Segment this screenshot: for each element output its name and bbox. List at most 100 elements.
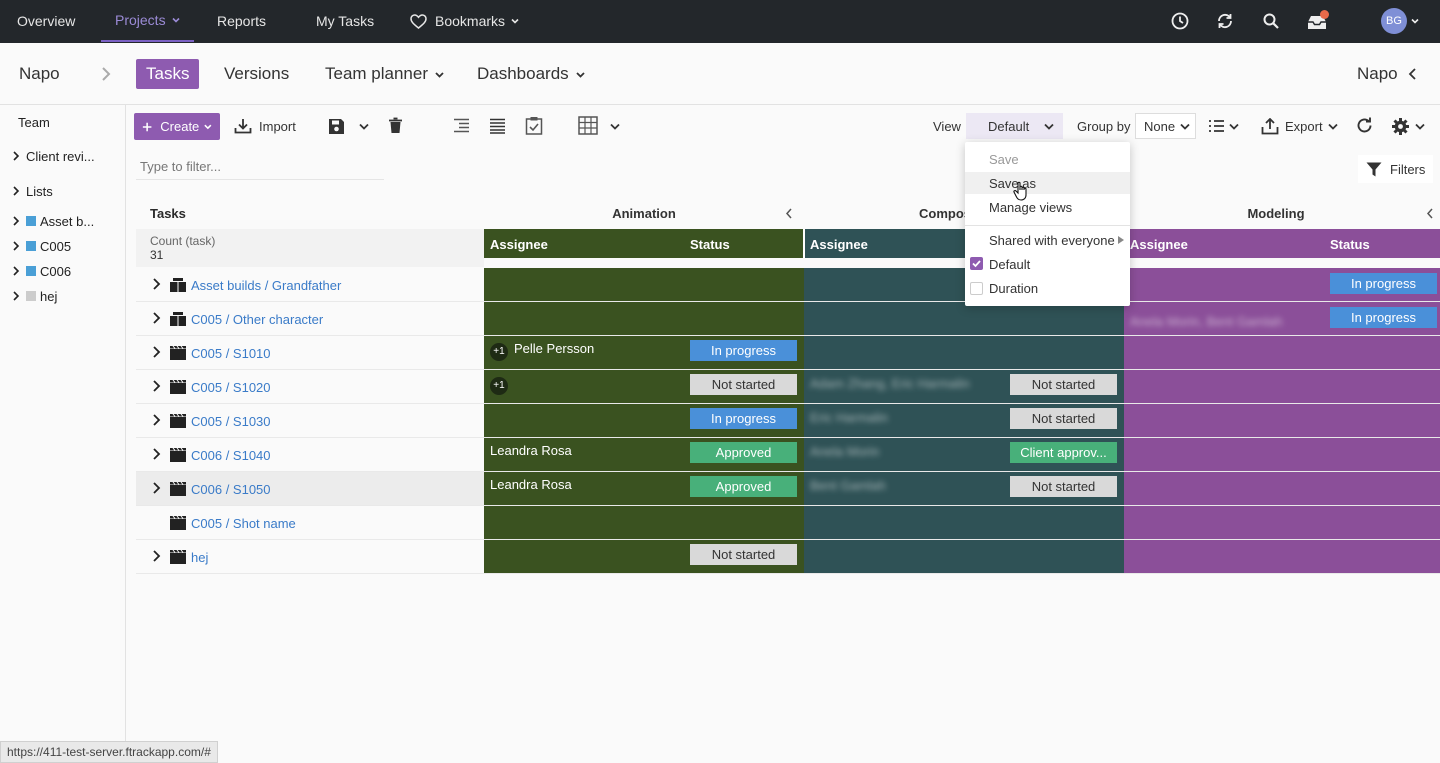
indent-icon[interactable] bbox=[453, 118, 470, 134]
col-anim-status[interactable]: Status bbox=[690, 237, 730, 252]
sidebar-item-lists[interactable]: Lists bbox=[12, 181, 53, 201]
assignee-text[interactable]: Anela Morin, Bent Gamlah bbox=[1130, 314, 1282, 329]
checkbox-checked-icon[interactable] bbox=[970, 257, 983, 270]
sync-icon[interactable] bbox=[1215, 11, 1235, 31]
table-row[interactable]: C006 / S1050 Leandra Rosa Approved Bent … bbox=[136, 472, 1440, 506]
expand-icon[interactable] bbox=[152, 550, 162, 562]
clipboard-check-icon[interactable] bbox=[525, 116, 543, 135]
refresh-icon[interactable] bbox=[1356, 117, 1373, 134]
filter-input[interactable]: Type to filter... bbox=[136, 152, 384, 180]
assignee-text[interactable]: Anela Morin bbox=[810, 444, 879, 459]
expand-icon[interactable] bbox=[152, 278, 162, 290]
status-badge[interactable]: Not started bbox=[1010, 408, 1117, 429]
sidebar-item-c005[interactable]: C005 bbox=[12, 236, 71, 256]
assignee-text[interactable]: Leandra Rosa bbox=[490, 443, 572, 458]
table-row[interactable]: C005 / Shot name bbox=[136, 506, 1440, 540]
task-name-link[interactable]: hej bbox=[191, 550, 208, 565]
sidebar-item-team[interactable]: Team bbox=[18, 112, 50, 132]
menu-item-save[interactable]: Save bbox=[989, 152, 1019, 167]
table-icon[interactable] bbox=[578, 116, 598, 135]
status-badge[interactable]: Approved bbox=[690, 442, 797, 463]
sidebar-project-toggle[interactable]: Napo bbox=[1357, 59, 1417, 89]
expand-icon[interactable] bbox=[152, 448, 162, 460]
chevron-down-icon[interactable] bbox=[1411, 17, 1419, 25]
inbox-button[interactable] bbox=[1306, 10, 1332, 32]
col-model-assignee[interactable]: Assignee bbox=[1130, 237, 1188, 252]
export-button[interactable]: Export bbox=[1261, 113, 1338, 139]
task-name-link[interactable]: C005 / Other character bbox=[191, 312, 323, 327]
status-badge[interactable]: Not started bbox=[1010, 374, 1117, 395]
task-name-link[interactable]: C005 / Shot name bbox=[191, 516, 296, 531]
status-badge[interactable]: In progress bbox=[1330, 273, 1437, 294]
status-badge[interactable]: Not started bbox=[1010, 476, 1117, 497]
assignee-text[interactable]: Adam Zhang, Eric Harmalin bbox=[810, 376, 970, 391]
status-badge[interactable]: In progress bbox=[690, 340, 797, 361]
task-name-link[interactable]: C005 / S1020 bbox=[191, 380, 271, 395]
table-row[interactable]: C005 / S1020 +1 Not started Adam Zhang, … bbox=[136, 370, 1440, 404]
task-name-link[interactable]: C005 / S1010 bbox=[191, 346, 271, 361]
group-modeling-header[interactable]: Modeling bbox=[1124, 206, 1428, 221]
nav-bookmarks[interactable]: Bookmarks bbox=[410, 0, 519, 42]
task-name-link[interactable]: C005 / S1030 bbox=[191, 414, 271, 429]
settings-button[interactable] bbox=[1391, 113, 1425, 139]
col-model-status[interactable]: Status bbox=[1330, 237, 1370, 252]
status-badge[interactable]: Client approv... bbox=[1010, 442, 1117, 463]
table-row[interactable]: hej Not started bbox=[136, 540, 1440, 574]
task-cell[interactable]: C005 / Other character bbox=[136, 302, 484, 335]
task-name-link[interactable]: C006 / S1050 bbox=[191, 482, 271, 497]
save-icon[interactable] bbox=[328, 118, 345, 135]
task-cell[interactable]: C006 / S1040 bbox=[136, 438, 484, 471]
menu-item-shared[interactable]: Shared with everyone bbox=[989, 233, 1115, 248]
sidebar-item-asset-builds[interactable]: Asset b... bbox=[12, 211, 94, 231]
table-row[interactable]: C006 / S1040 Leandra Rosa Approved Anela… bbox=[136, 438, 1440, 472]
nav-projects[interactable]: Projects bbox=[101, 0, 194, 42]
table-row[interactable]: C005 / Other character Anela Morin, Bent… bbox=[136, 302, 1440, 336]
tab-dashboards[interactable]: Dashboards bbox=[477, 59, 585, 89]
group-by-select[interactable]: None bbox=[1135, 113, 1196, 139]
task-cell[interactable]: C005 / S1030 bbox=[136, 404, 484, 437]
chevron-down-icon[interactable] bbox=[359, 122, 369, 131]
menu-item-manage-views[interactable]: Manage views bbox=[989, 200, 1072, 215]
create-button[interactable]: Create bbox=[134, 113, 220, 140]
collapse-left-icon[interactable] bbox=[1426, 208, 1434, 219]
extra-assignee-badge[interactable]: +1 bbox=[490, 377, 508, 395]
trash-icon[interactable] bbox=[388, 117, 403, 134]
sidebar-item-hej[interactable]: hej bbox=[12, 286, 57, 306]
expand-icon[interactable] bbox=[152, 346, 162, 358]
tab-tasks[interactable]: Tasks bbox=[136, 59, 200, 89]
status-badge[interactable]: In progress bbox=[690, 408, 797, 429]
chevron-right-icon[interactable] bbox=[101, 67, 111, 81]
task-cell[interactable]: C005 / Shot name bbox=[136, 506, 484, 539]
assignee-text[interactable]: Leandra Rosa bbox=[490, 477, 572, 492]
filters-button[interactable]: Filters bbox=[1358, 155, 1434, 183]
task-cell[interactable]: Asset builds / Grandfather bbox=[136, 268, 484, 301]
search-icon[interactable] bbox=[1261, 11, 1281, 31]
extra-assignee-badge[interactable]: +1 bbox=[490, 343, 508, 361]
task-cell[interactable]: hej bbox=[136, 540, 484, 573]
table-row[interactable]: Asset builds / Grandfather In progress bbox=[136, 268, 1440, 302]
task-name-link[interactable]: Asset builds / Grandfather bbox=[191, 278, 341, 293]
avatar[interactable]: BG bbox=[1381, 8, 1407, 34]
project-breadcrumb[interactable]: Napo bbox=[19, 59, 60, 89]
menu-item-duration[interactable]: Duration bbox=[989, 281, 1038, 296]
expand-icon[interactable] bbox=[152, 482, 162, 494]
col-comp-assignee[interactable]: Assignee bbox=[810, 237, 868, 252]
view-select[interactable]: Default bbox=[966, 113, 1063, 139]
import-button[interactable]: Import bbox=[234, 113, 296, 139]
tab-versions[interactable]: Versions bbox=[224, 59, 289, 89]
sidebar-item-c006[interactable]: C006 bbox=[12, 261, 71, 281]
status-badge[interactable]: Approved bbox=[690, 476, 797, 497]
list-view-button[interactable] bbox=[1208, 113, 1239, 139]
sidebar-item-client-review[interactable]: Client revi... bbox=[12, 146, 95, 166]
collapse-left-icon[interactable] bbox=[785, 208, 793, 219]
menu-item-save-as[interactable]: Save as bbox=[965, 172, 1130, 194]
list-lines-icon[interactable] bbox=[489, 118, 506, 134]
expand-icon[interactable] bbox=[152, 414, 162, 426]
group-animation-header[interactable]: Animation bbox=[484, 206, 804, 221]
checkbox-unchecked-icon[interactable] bbox=[970, 282, 983, 295]
nav-my-tasks[interactable]: My Tasks bbox=[316, 0, 374, 42]
status-badge[interactable]: In progress bbox=[1330, 307, 1437, 328]
clock-icon[interactable] bbox=[1170, 11, 1190, 31]
task-name-link[interactable]: C006 / S1040 bbox=[191, 448, 271, 463]
expand-icon[interactable] bbox=[152, 380, 162, 392]
